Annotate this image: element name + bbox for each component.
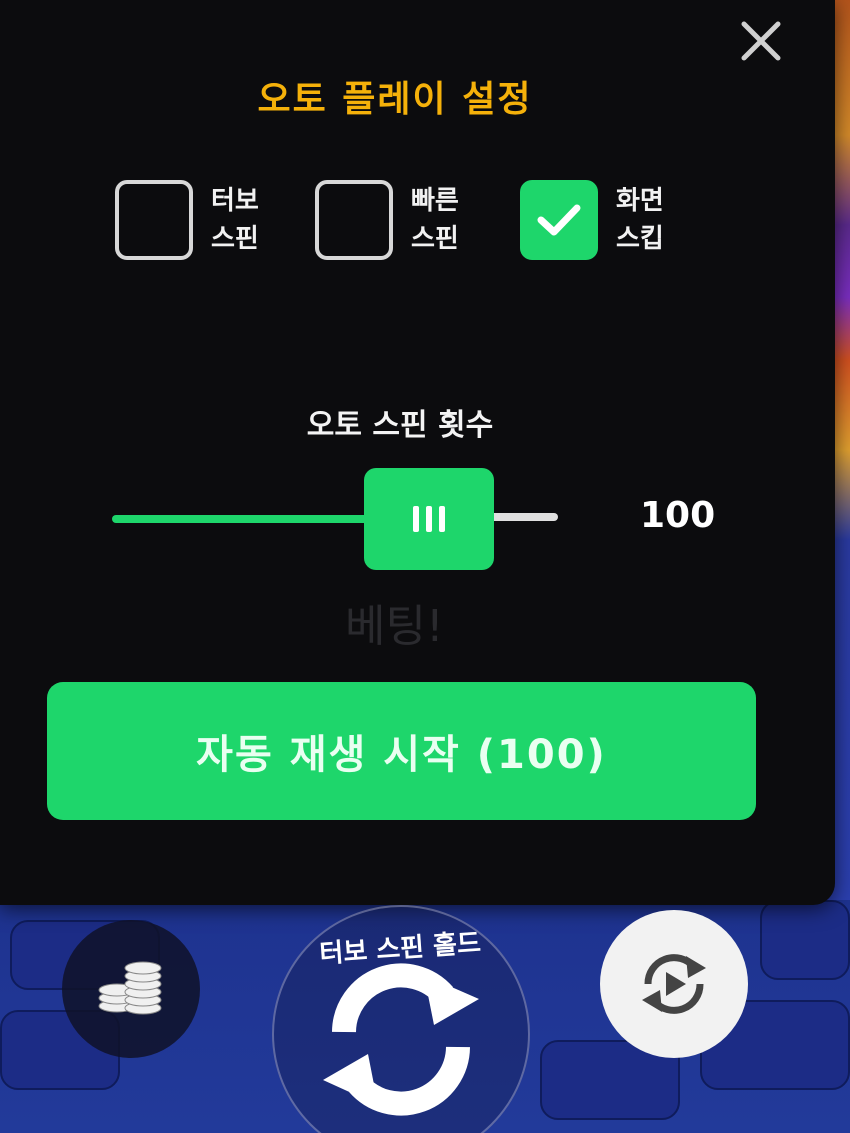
fast-spin-option[interactable]: 빠른 스핀 xyxy=(315,180,471,260)
autoplay-button[interactable] xyxy=(600,910,748,1058)
bet-coins-button[interactable] xyxy=(62,920,200,1058)
stone-tile xyxy=(760,900,850,980)
option-label-line: 빠른 xyxy=(411,186,459,216)
option-label-line: 화면 xyxy=(616,186,664,216)
turbo-spin-label: 터보 스핀 xyxy=(211,182,271,258)
grip-icon xyxy=(413,506,419,532)
skip-screen-checkbox[interactable] xyxy=(520,180,598,260)
option-label-line: 스핀 xyxy=(211,224,259,254)
slider-value: 100 xyxy=(640,495,716,536)
autoplay-settings-panel: 오토 플레이 설정 터보 스핀 빠른 스핀 화면 스킵 오토 스핀 횟수 100… xyxy=(0,0,835,905)
coin-stack-icon xyxy=(98,961,162,1015)
option-label-line: 터보 xyxy=(211,186,259,216)
turbo-spin-checkbox[interactable] xyxy=(115,180,193,260)
fast-spin-checkbox[interactable] xyxy=(315,180,393,260)
grip-icon xyxy=(426,506,432,532)
grip-icon xyxy=(439,506,445,532)
background-bet-text: 베팅! xyxy=(345,601,444,652)
close-icon xyxy=(741,21,781,61)
start-autoplay-button[interactable]: 자동 재생 시작 (100) xyxy=(47,682,756,820)
skip-screen-option[interactable]: 화면 스킵 xyxy=(520,180,676,260)
panel-title: 오토 플레이 설정 xyxy=(257,79,533,120)
option-label-line: 스핀 xyxy=(411,224,459,254)
slider-title: 오토 스핀 횟수 xyxy=(306,408,494,443)
checkmark-icon xyxy=(537,204,581,236)
option-label-line: 스킵 xyxy=(616,224,664,254)
autoplay-icon xyxy=(642,954,706,1014)
slider-thumb[interactable] xyxy=(364,468,494,570)
turbo-spin-option[interactable]: 터보 스핀 xyxy=(115,180,271,260)
slider-track-filled[interactable] xyxy=(112,515,372,523)
close-button[interactable] xyxy=(738,18,784,64)
slider-track-empty[interactable] xyxy=(490,513,558,521)
skip-screen-label: 화면 스킵 xyxy=(616,182,676,258)
fast-spin-label: 빠른 스핀 xyxy=(411,182,471,258)
